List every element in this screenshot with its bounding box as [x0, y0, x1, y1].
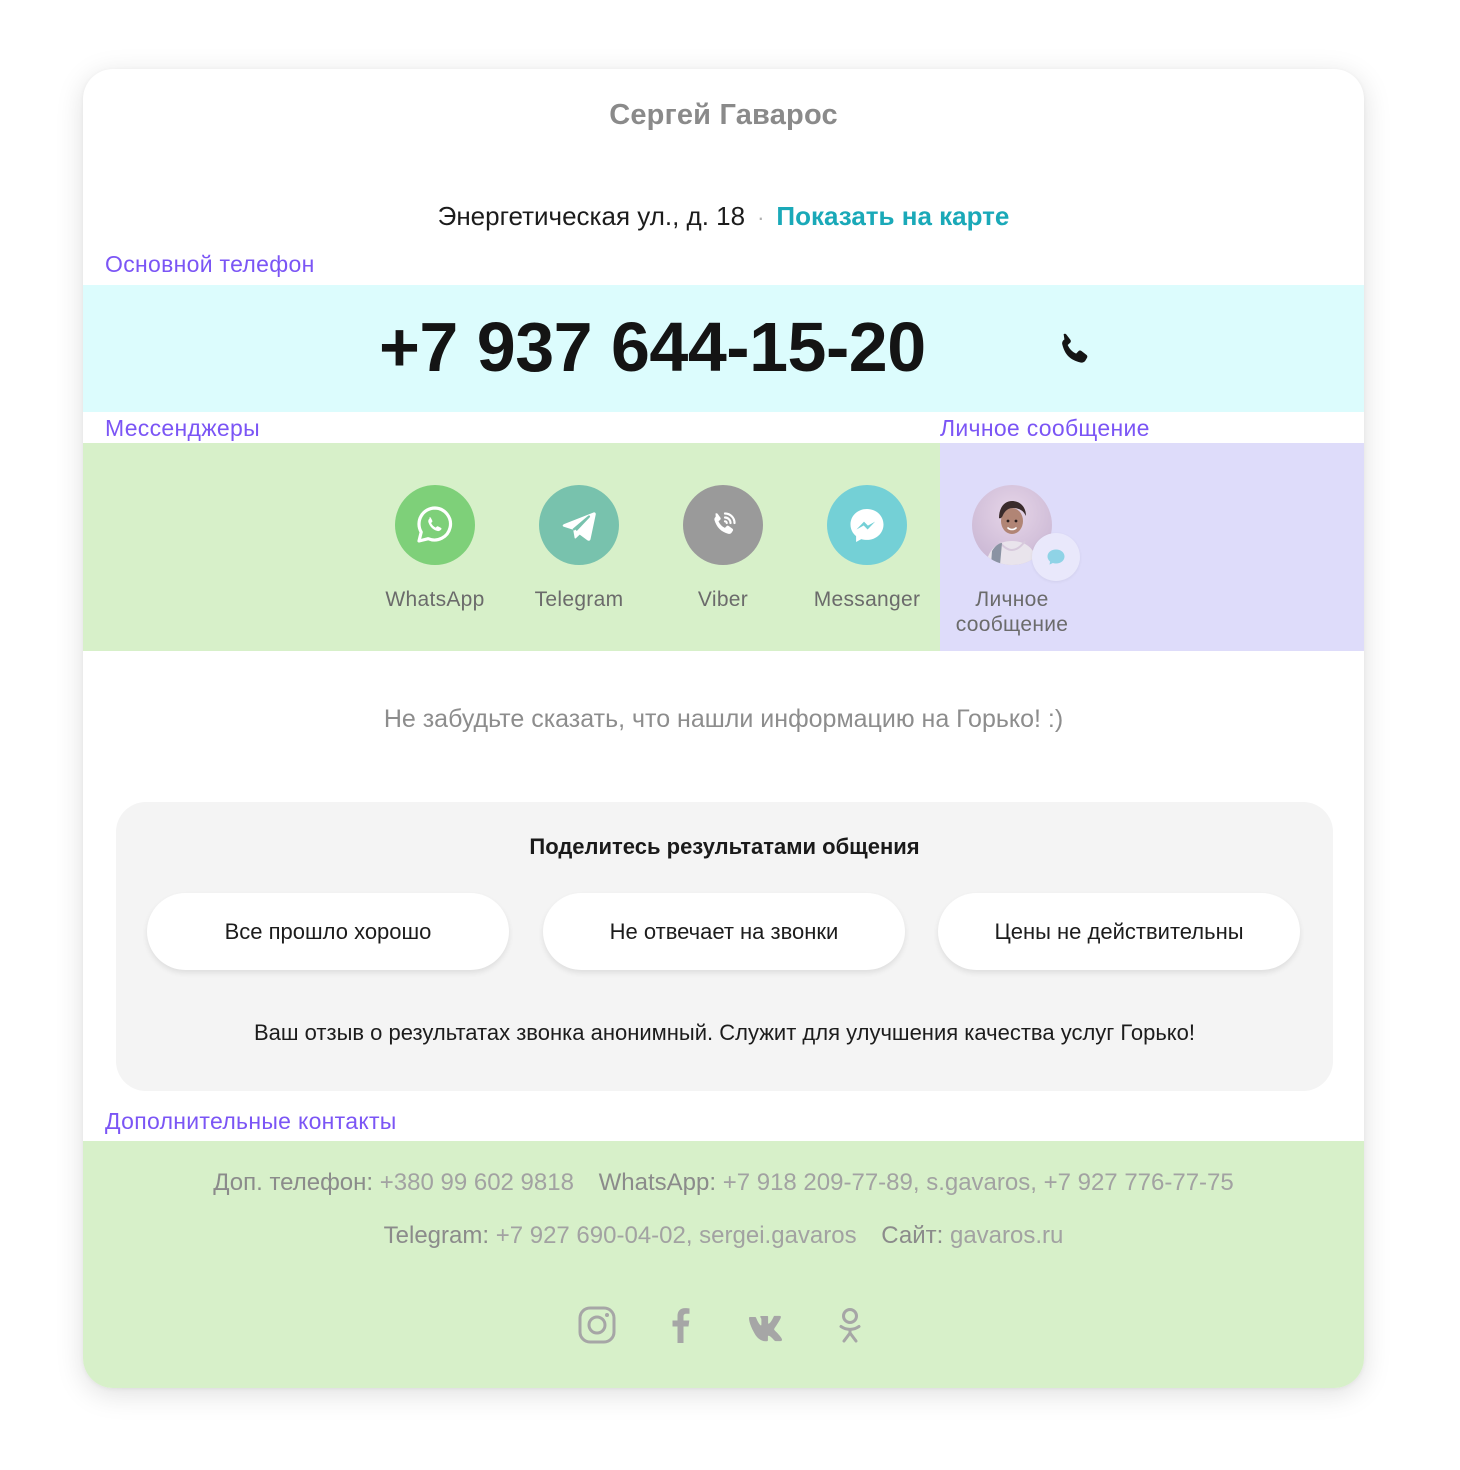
odnoklassniki-icon[interactable]: [830, 1305, 870, 1345]
feedback-title: Поделитесь результатами общения: [529, 834, 920, 859]
show-on-map-link[interactable]: Показать на карте: [776, 201, 1009, 231]
feedback-all-good-button[interactable]: Все прошло хорошо: [147, 893, 509, 970]
gorko-reminder: Не забудьте сказать, что нашли информаци…: [383, 705, 1064, 733]
telegram-label: Telegram: [534, 588, 624, 611]
feedback-box: Поделитесь результатами общения Все прош…: [116, 802, 1333, 1091]
phone-icon[interactable]: [1051, 328, 1097, 374]
extra-line-2: Telegram: +7 927 690-04-02, sergei.gavar…: [83, 1222, 1364, 1250]
personal-message-text: Личное сообщение: [947, 587, 1077, 637]
viber-icon: [683, 485, 763, 565]
viber-label: Viber: [697, 588, 749, 611]
instagram-icon[interactable]: [577, 1305, 617, 1345]
messenger-messenger[interactable]: Messanger: [802, 485, 932, 612]
personal-message-item[interactable]: Личное сообщение: [947, 485, 1080, 637]
extra-telegram-label: Telegram:: [383, 1222, 490, 1249]
messenger-whatsapp[interactable]: WhatsApp: [370, 485, 500, 612]
extra-contacts-label: Дополнительные контакты: [105, 1108, 397, 1134]
contact-name: Сергей Гаварос: [609, 99, 838, 131]
extra-telegram-value[interactable]: +7 927 690-04-02, sergei.gavaros: [496, 1222, 857, 1249]
messengers-band: WhatsApp Telegram Viber Messanger: [83, 443, 940, 651]
extra-whatsapp-label: WhatsApp:: [598, 1169, 717, 1196]
vk-icon[interactable]: [746, 1305, 786, 1345]
whatsapp-icon: [395, 485, 475, 565]
main-phone-band: +7 937 644-15-20: [83, 285, 1364, 412]
extra-phone2-value[interactable]: +7 927 776-77-75: [1044, 1169, 1234, 1196]
avatar-wrap: [972, 485, 1080, 581]
feedback-note: Ваш отзыв о результатах звонка анонимный…: [253, 1020, 1196, 1045]
address-text: Энергетическая ул., д. 18: [437, 201, 746, 231]
whatsapp-label: WhatsApp: [385, 588, 485, 611]
extra-contacts-band: Доп. телефон: +380 99 602 9818 WhatsApp:…: [83, 1141, 1364, 1388]
extra-phone-label: Доп. телефон:: [213, 1169, 374, 1196]
chat-icon: [1032, 533, 1080, 581]
telegram-icon: [539, 485, 619, 565]
personal-message-line1: Личное: [975, 588, 1049, 611]
phone-number[interactable]: +7 937 644-15-20: [379, 307, 926, 387]
extra-site-value[interactable]: gavaros.ru: [950, 1222, 1063, 1249]
extra-skype-value[interactable]: s.gavaros,: [926, 1169, 1037, 1196]
personal-message-band: Личное сообщение: [940, 443, 1364, 651]
social-links: [83, 1305, 1364, 1345]
messenger-icon: [827, 485, 907, 565]
messenger-viber[interactable]: Viber: [658, 485, 788, 612]
messengers-label: Мессенджеры: [105, 415, 260, 441]
facebook-icon[interactable]: [661, 1305, 701, 1345]
feedback-no-answer-button[interactable]: Не отвечает на звонки: [543, 893, 905, 970]
address-separator: ·: [757, 205, 765, 230]
extra-line-1: Доп. телефон: +380 99 602 9818 WhatsApp:…: [83, 1169, 1364, 1197]
personal-message-label: Личное сообщение: [940, 415, 1150, 441]
extra-whatsapp-value[interactable]: +7 918 209-77-89,: [723, 1169, 920, 1196]
personal-message-line2: сообщение: [955, 613, 1069, 636]
messenger-label: Messanger: [813, 588, 921, 611]
main-phone-label: Основной телефон: [105, 251, 315, 277]
feedback-prices-invalid-button[interactable]: Цены не действительны: [938, 893, 1300, 970]
contact-card: Сергей Гаварос Энергетическая ул., д. 18…: [83, 69, 1364, 1388]
extra-site-label: Сайт:: [881, 1222, 944, 1249]
messenger-telegram[interactable]: Telegram: [514, 485, 644, 612]
extra-phone-value[interactable]: +380 99 602 9818: [380, 1169, 574, 1196]
address-row: Энергетическая ул., д. 18 · Показать на ка…: [83, 201, 1364, 232]
